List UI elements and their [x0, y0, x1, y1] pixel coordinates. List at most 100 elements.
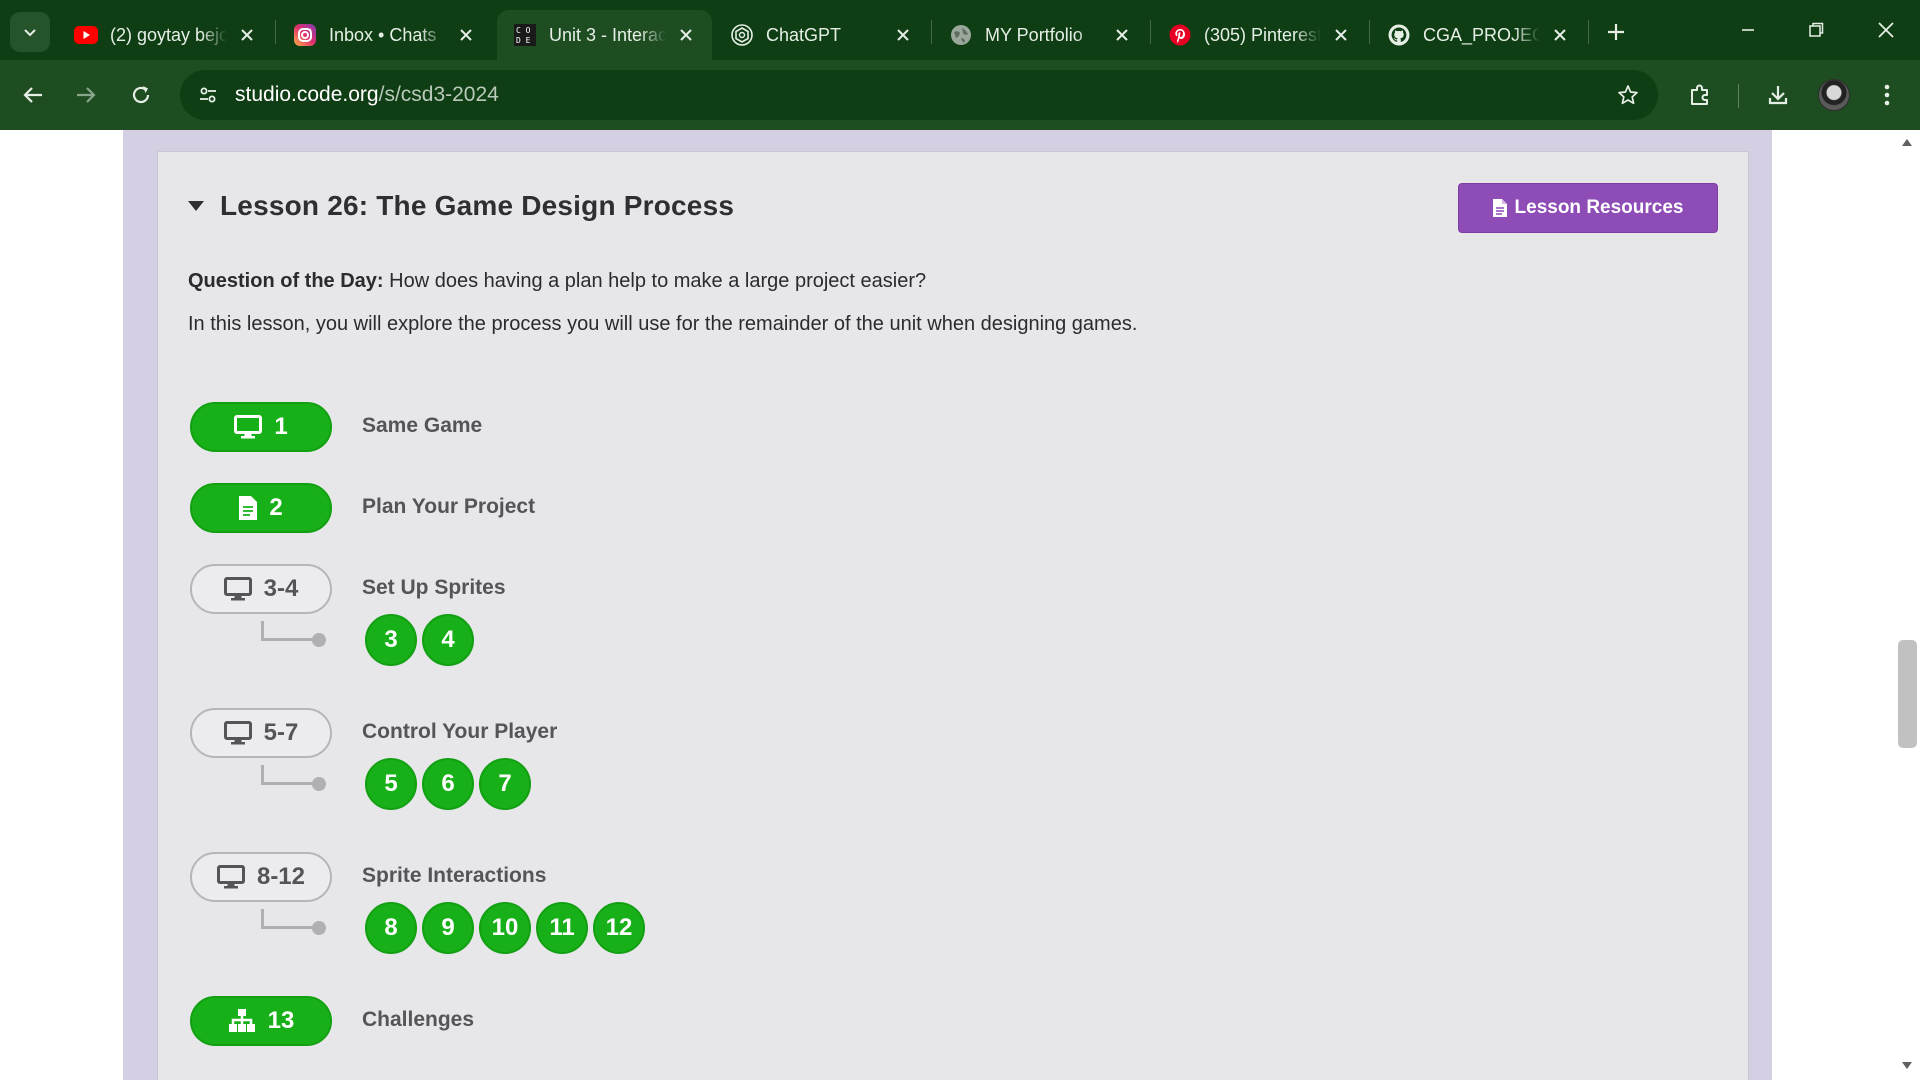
desktop-icon: [223, 577, 252, 601]
sublevel-group-5-7: 5 6 7: [365, 758, 536, 810]
sublevel-bubble-10[interactable]: 10: [479, 902, 531, 954]
level-pill-8-12[interactable]: 8-12: [190, 852, 332, 902]
tab-portfolio[interactable]: MY Portfolio: [933, 10, 1148, 60]
restore-button[interactable]: [1792, 8, 1840, 52]
url-text[interactable]: studio.code.org/s/csd3-2024: [235, 83, 499, 107]
chatgpt-icon: [730, 23, 754, 47]
lesson-header[interactable]: Lesson 26: The Game Design Process: [188, 190, 734, 222]
scroll-up-arrow-icon[interactable]: [1902, 138, 1912, 146]
sublevel-bubble-3[interactable]: 3: [365, 614, 417, 666]
tab-title: Inbox • Chats: [329, 24, 446, 46]
svg-text:D E: D E: [516, 36, 531, 45]
sublevel-bubble-12[interactable]: 12: [593, 902, 645, 954]
tab-title: CGA_PROJECT: [1423, 24, 1540, 46]
level-pill-2[interactable]: 2: [190, 483, 332, 533]
level-pill-5-7[interactable]: 5-7: [190, 708, 332, 758]
sublevel-bubble-8[interactable]: 8: [365, 902, 417, 954]
level-number: 13: [267, 1007, 295, 1034]
new-tab-button[interactable]: [1598, 14, 1634, 50]
browser-menu-button[interactable]: [1867, 75, 1907, 115]
address-bar[interactable]: studio.code.org/s/csd3-2024: [180, 70, 1658, 120]
desktop-icon: [223, 721, 252, 745]
tab-instagram[interactable]: Inbox • Chats: [277, 10, 492, 60]
tab-github[interactable]: CGA_PROJECT: [1371, 10, 1586, 60]
lesson-card: Lesson 26: The Game Design Process Lesso…: [157, 151, 1749, 1080]
sublevel-bubble-6[interactable]: 6: [422, 758, 474, 810]
lesson-title: Lesson 26: The Game Design Process: [220, 190, 735, 221]
tab-chatgpt[interactable]: ChatGPT: [714, 10, 929, 60]
restore-icon: [1809, 22, 1824, 37]
sublevel-connector: [261, 765, 326, 791]
reload-button[interactable]: [121, 75, 161, 115]
level-number: 2: [269, 494, 283, 521]
close-icon: [1878, 22, 1894, 38]
bookmark-star-button[interactable]: [1612, 79, 1644, 111]
close-icon[interactable]: [1329, 23, 1353, 47]
close-icon[interactable]: [454, 23, 478, 47]
profile-avatar[interactable]: [1818, 79, 1850, 111]
level-pill-1[interactable]: 1: [190, 402, 332, 452]
level-pill-3-4[interactable]: 3-4: [190, 564, 332, 614]
code-org-icon: C OD E: [513, 23, 537, 47]
document-icon: [1492, 199, 1507, 217]
sublevel-bubble-4[interactable]: 4: [422, 614, 474, 666]
tab-title: (305) Pinterest: [1204, 24, 1321, 46]
sublevel-bubble-9[interactable]: 9: [422, 902, 474, 954]
downloads-button[interactable]: [1758, 75, 1798, 115]
youtube-icon: [74, 23, 98, 47]
svg-text:C O: C O: [516, 26, 531, 35]
page-scrollbar[interactable]: [1894, 130, 1920, 1080]
forward-button[interactable]: [66, 75, 106, 115]
lesson-resources-button[interactable]: Lesson Resources: [1458, 183, 1718, 233]
tab-search-button[interactable]: [10, 12, 50, 52]
level-label-sprite-interactions[interactable]: Sprite Interactions: [362, 864, 546, 888]
scroll-down-arrow-icon[interactable]: [1902, 1062, 1912, 1070]
sublevel-bubble-5[interactable]: 5: [365, 758, 417, 810]
close-icon[interactable]: [891, 23, 915, 47]
sublevel-group-3-4: 3 4: [365, 614, 479, 666]
globe-icon: [949, 23, 973, 47]
page-viewport: Lesson 26: The Game Design Process Lesso…: [0, 130, 1920, 1080]
qotd-label: Question of the Day:: [188, 270, 384, 292]
minimize-button[interactable]: [1724, 8, 1772, 52]
close-icon[interactable]: [1110, 23, 1134, 47]
level-label-challenges[interactable]: Challenges: [362, 1008, 474, 1032]
star-icon: [1618, 85, 1638, 105]
sublevel-bubble-7[interactable]: 7: [479, 758, 531, 810]
extensions-button[interactable]: [1680, 75, 1720, 115]
tab-title: MY Portfolio: [985, 24, 1102, 46]
close-window-button[interactable]: [1862, 8, 1910, 52]
close-icon[interactable]: [674, 23, 698, 47]
close-icon[interactable]: [1548, 23, 1572, 47]
level-label-control-your-player[interactable]: Control Your Player: [362, 720, 557, 744]
close-icon[interactable]: [235, 23, 259, 47]
level-pill-13[interactable]: 13: [190, 996, 332, 1046]
browser-toolbar: studio.code.org/s/csd3-2024: [0, 60, 1920, 130]
qotd-text: How does having a plan help to make a la…: [383, 270, 927, 292]
tab-divider: [931, 20, 932, 44]
level-number: 1: [274, 413, 288, 440]
pinterest-icon: [1168, 23, 1192, 47]
back-button[interactable]: [13, 75, 53, 115]
caret-down-icon[interactable]: [188, 201, 204, 211]
tab-youtube[interactable]: (2) goytay bejo: [58, 10, 273, 60]
level-number: 8-12: [256, 863, 306, 890]
github-icon: [1387, 23, 1411, 47]
sitemap-icon: [228, 1009, 256, 1033]
tab-code-org[interactable]: C OD E Unit 3 - Interactive: [497, 10, 712, 60]
url-path: /s/csd3-2024: [378, 83, 499, 106]
question-of-the-day: Question of the Day: How does having a p…: [188, 270, 926, 293]
level-label-set-up-sprites[interactable]: Set Up Sprites: [362, 576, 506, 600]
sublevel-bubble-11[interactable]: 11: [536, 902, 588, 954]
download-icon: [1768, 86, 1788, 105]
scrollbar-thumb[interactable]: [1898, 640, 1917, 748]
url-host: studio.code.org: [235, 83, 379, 106]
desktop-icon: [234, 415, 263, 439]
tab-pinterest[interactable]: (305) Pinterest: [1152, 10, 1367, 60]
level-label-plan-your-project[interactable]: Plan Your Project: [362, 495, 535, 519]
level-number: 3-4: [263, 575, 299, 602]
level-label-same-game[interactable]: Same Game: [362, 414, 482, 438]
arrow-left-icon: [23, 87, 42, 103]
site-info-icon[interactable]: [192, 79, 224, 111]
puzzle-icon: [1691, 84, 1708, 105]
